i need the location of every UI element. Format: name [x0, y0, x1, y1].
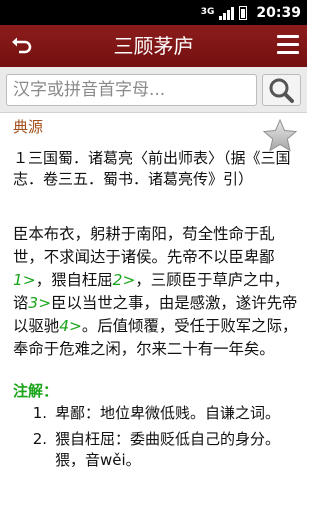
search-input[interactable]	[6, 74, 257, 106]
note-ref-1[interactable]: 1>	[13, 271, 36, 289]
status-time: 20:39	[256, 4, 301, 21]
note-item: 1. 卑鄙：地位卑微低贱。自谦之词。	[13, 403, 299, 424]
menu-icon	[277, 35, 299, 54]
source-label: 典源	[13, 118, 44, 136]
article-segment: 臣本布衣，躬耕于南阳，苟全性命于乱世，不求闻达于诸侯。先帝不以臣卑鄙	[13, 225, 275, 266]
note-text: 卑鄙：地位卑微低贱。自谦之词。	[55, 404, 281, 422]
app-header: 三顾茅庐	[0, 25, 307, 67]
note-number: 2.	[32, 430, 47, 448]
article-text: 臣本布衣，躬耕于南阳，苟全性命于乱世，不求闻达于诸侯。先帝不以臣卑鄙 1>，猥自枉…	[13, 223, 299, 361]
notes-list: 1. 卑鄙：地位卑微低贱。自谦之词。 2. 猥自枉屈：委曲贬低自己的身分。猥，音…	[13, 403, 299, 476]
back-arrow-icon	[12, 37, 32, 54]
search-bar	[0, 67, 307, 112]
back-button[interactable]	[6, 31, 36, 61]
note-text: 猥自枉屈：委曲贬低自己的身分。猥，音wěi。	[55, 430, 281, 469]
note-ref-3[interactable]: 3>	[28, 294, 51, 312]
menu-button[interactable]	[277, 35, 299, 57]
divider	[0, 112, 307, 113]
note-item: 2. 猥自枉屈：委曲贬低自己的身分。猥，音wěi。	[13, 429, 299, 471]
page-title: 三顾茅庐	[113, 34, 194, 58]
note-number: 1.	[32, 404, 47, 422]
search-icon	[269, 78, 294, 103]
signal-icon	[219, 6, 235, 20]
note-ref-2[interactable]: 2>	[113, 271, 136, 289]
status-bar: 3G 20:39	[0, 0, 307, 25]
source-citation: １三国蜀．诸葛亮〈前出师表〉（据《三国志．卷三五．蜀书．诸葛亮传》引）	[13, 149, 291, 188]
notes-label: 注解：	[13, 382, 59, 400]
search-button[interactable]	[262, 74, 301, 106]
network-type: 3G	[200, 7, 215, 17]
battery-icon	[239, 5, 248, 20]
article-segment: ，猥自枉屈	[35, 271, 113, 289]
note-ref-4[interactable]: 4>	[59, 317, 82, 335]
